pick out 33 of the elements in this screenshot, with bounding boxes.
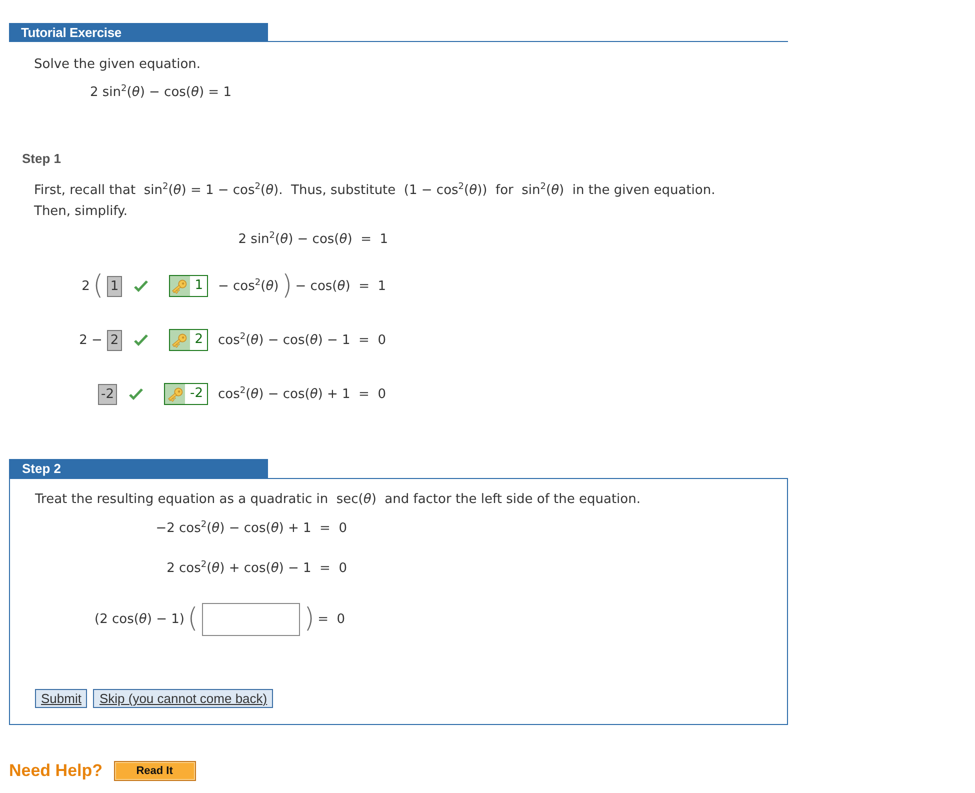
submitted-answer: 2: [107, 330, 122, 350]
submitted-answer: 1: [107, 276, 122, 296]
math-expression: 2: [82, 278, 90, 294]
parenthesis: ): [282, 272, 292, 300]
step-instructions: First, recall that sin$^{2}$(θ) = 1 − cos$^{2}$(θ). Thus, substitute (1 − cos$^{2}$(θ)) for sin$^{2}$(θ) in the given equation. Then, simplify.: [34, 181, 716, 221]
parenthesis: (: [92, 272, 104, 300]
key-icon: [171, 278, 188, 294]
math-expression: (2 cos(θ) − 1): [94, 612, 184, 626]
math-expression: − cos(θ) = 1: [295, 278, 386, 294]
skip-button[interactable]: Skip (you cannot come back): [93, 689, 274, 708]
equation: 2 sin$^{2}$(θ) − cos(θ) = 1: [238, 230, 388, 249]
exercise-title: Tutorial Exercise: [9, 23, 268, 42]
parenthesis: (: [187, 605, 198, 633]
need-help-label: Need Help?: [9, 761, 103, 781]
equation: 2 cos$^{2}$(θ) + cos(θ) − 1 = 0: [166, 559, 347, 578]
parenthesis: ): [304, 605, 315, 633]
answer-input[interactable]: [202, 602, 300, 636]
key-icon: [171, 332, 188, 348]
read-it-button[interactable]: Read It: [114, 761, 196, 781]
equation: −2 cos$^{2}$(θ) − cos(θ) + 1 = 0: [156, 519, 347, 538]
step-instructions: Treat the resulting equation as a quadratic in sec(θ) and factor the left side of the equation.: [35, 491, 642, 509]
math-expression: − cos$^{2}$(θ): [218, 278, 279, 294]
step-heading: Step 2: [9, 459, 268, 478]
math-expression: 2 −: [79, 332, 102, 348]
submitted-answer: -2: [98, 384, 118, 404]
equation: 2 sin$^{2}$(θ) − cos(θ) = 1: [90, 84, 232, 102]
submit-button[interactable]: Submit: [35, 689, 88, 708]
math-expression: cos$^{2}$(θ) − cos(θ) + 1 = 0: [218, 386, 386, 402]
key-icon: [166, 386, 184, 402]
math-expression: = 0: [318, 612, 345, 626]
step-heading: Step 1: [22, 150, 62, 168]
math-expression: cos$^{2}$(θ) − cos(θ) − 1 = 0: [218, 332, 386, 348]
problem-prompt: Solve the given equation.: [34, 56, 202, 74]
